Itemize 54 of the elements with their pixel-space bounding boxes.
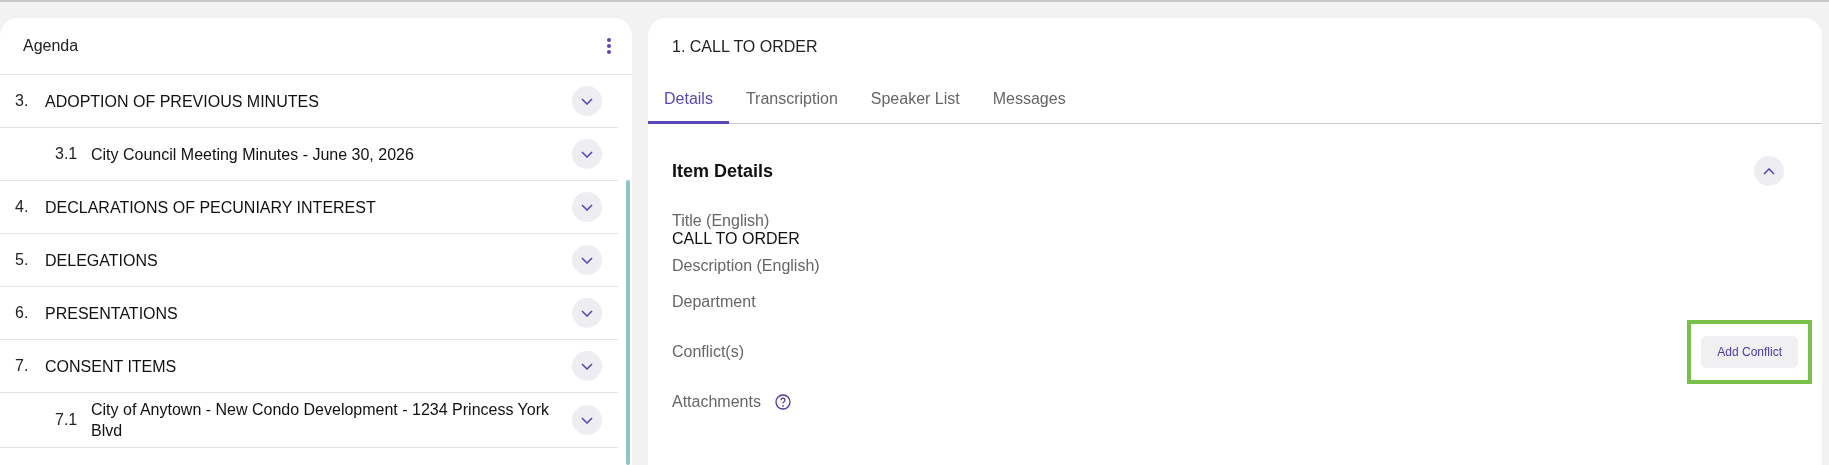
collapse-button[interactable] [1754, 156, 1784, 186]
chevron-down-icon [581, 97, 593, 105]
chevron-down-icon [581, 256, 593, 264]
item-title: ADOPTION OF PREVIOUS MINUTES [45, 91, 320, 112]
scrollbar[interactable] [626, 180, 630, 465]
agenda-item[interactable]: 3.1 City Council Meeting Minutes - June 30, 2026 [0, 128, 618, 181]
field-label: Department [672, 293, 756, 311]
field-value: CALL TO ORDER [672, 230, 800, 248]
agenda-item[interactable]: 7. CONSENT ITEMS [0, 340, 618, 393]
chevron-up-icon [1763, 167, 1775, 175]
chevron-down-icon [581, 362, 593, 370]
agenda-item[interactable]: 4. DECLARATIONS OF PECUNIARY INTEREST [0, 181, 618, 234]
field-label: Conflict(s) [672, 343, 744, 361]
add-conflict-button[interactable]: Add Conflict [1701, 336, 1798, 368]
chevron-down-icon [581, 416, 593, 424]
item-title: City Council Meeting Minutes - June 30, 2026 [91, 144, 415, 165]
section-title: Item Details [672, 160, 774, 182]
item-number: 7. [15, 357, 30, 375]
field-label: Attachments [672, 393, 761, 411]
tab[interactable]: Transcription [729, 80, 854, 124]
item-title: City of Anytown - New Condo Development - 1234 Princess York Blvd [91, 400, 550, 441]
item-title: PRESENTATIONS [45, 303, 179, 324]
chevron-down-icon [581, 309, 593, 317]
agenda-item[interactable]: 3. ADOPTION OF PREVIOUS MINUTES [0, 75, 618, 128]
expand-button[interactable] [572, 86, 602, 116]
expand-button[interactable] [572, 405, 602, 435]
tab[interactable]: Details [648, 80, 729, 124]
item-heading: 1. CALL TO ORDER [671, 37, 819, 57]
expand-button[interactable] [572, 298, 602, 328]
item-title: CONSENT ITEMS [45, 356, 178, 377]
help-icon[interactable] [774, 394, 791, 410]
chevron-down-icon [581, 203, 593, 211]
item-number: 3.1 [55, 145, 79, 163]
expand-button[interactable] [572, 192, 602, 222]
chevron-down-icon [581, 150, 593, 158]
tab[interactable]: Messages [976, 80, 1082, 124]
item-number: 6. [15, 304, 30, 322]
expand-button[interactable] [572, 139, 602, 169]
tab[interactable]: Speaker List [854, 80, 976, 124]
field-label: Description (English) [672, 257, 820, 275]
agenda-item[interactable]: 5. DELEGATIONS [0, 234, 618, 287]
field-label: Title (English) [672, 212, 770, 230]
item-number: 7.1 [55, 411, 79, 429]
item-number: 3. [15, 92, 30, 110]
item-title: DECLARATIONS OF PECUNIARY INTEREST [45, 197, 377, 218]
expand-button[interactable] [572, 351, 602, 381]
expand-button[interactable] [572, 245, 602, 275]
agenda-item[interactable]: 6. PRESENTATIONS [0, 287, 618, 340]
item-number: 4. [15, 198, 30, 216]
panel-title: Agenda [23, 37, 79, 55]
more-icon[interactable] [606, 37, 612, 55]
item-number: 5. [15, 251, 30, 269]
item-title: DELEGATIONS [45, 250, 159, 271]
agenda-item[interactable]: 7.1 City of Anytown - New Condo Development - 1234 Princess York Blvd [0, 393, 618, 448]
